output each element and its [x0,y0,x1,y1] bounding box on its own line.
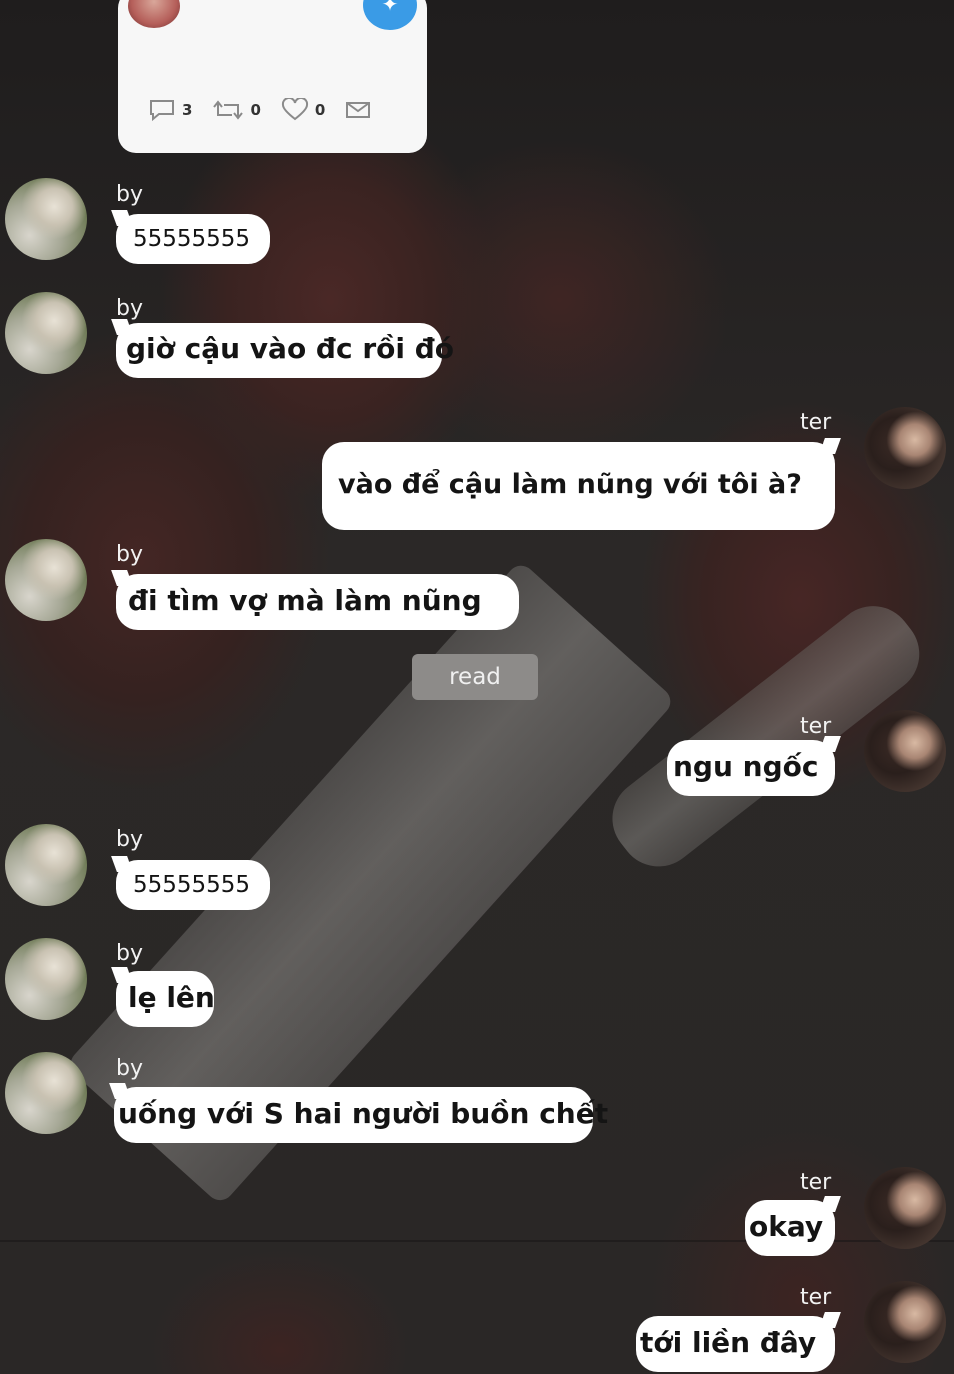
tweet-author-avatar [128,0,180,28]
message-bubble[interactable]: uống với S hai người buồn chết [114,1087,608,1143]
message-bubble[interactable]: okay [745,1200,835,1256]
like-action[interactable]: 0 [281,98,325,122]
reply-count: 3 [182,101,193,119]
message-bubble[interactable]: 55555555 [116,214,270,264]
retweet-action[interactable]: 0 [212,98,261,122]
avatar-by[interactable] [5,1052,87,1134]
sender-name: ter [800,1285,832,1310]
avatar-ter[interactable] [864,710,946,792]
avatar-by[interactable] [5,938,87,1020]
retweet-count: 0 [250,101,261,119]
message-bubble[interactable]: ngu ngốc [667,740,835,796]
sender-name: ter [800,410,832,435]
sender-name: by [116,182,143,207]
avatar-by[interactable] [5,292,87,374]
message-bubble[interactable]: lẹ lên [116,971,215,1027]
reply-action[interactable]: 3 [148,98,192,122]
sender-name: by [116,1056,143,1081]
message-bubble[interactable]: tới liền đây [636,1316,835,1372]
avatar-ter[interactable] [864,1281,946,1363]
retweet-icon [213,100,244,120]
sender-name: by [116,941,143,966]
speech-bubble-icon [150,100,174,122]
avatar-by[interactable] [5,178,87,260]
sender-name: by [116,296,143,321]
sender-name: by [116,827,143,852]
envelope-icon [346,102,371,118]
tweet-actions: 3 0 0 [148,98,397,122]
message-bubble[interactable]: giờ cậu vào đc rồi đó [116,323,454,378]
sender-name: by [116,542,143,567]
like-count: 0 [314,101,326,119]
read-receipt-badge: read [412,654,538,700]
message-bubble[interactable]: 55555555 [116,860,270,910]
message-bubble[interactable]: đi tìm vợ mà làm nũng [116,574,519,630]
twitter-bird-icon: ✦ [363,0,417,30]
sender-name: ter [800,1170,832,1195]
avatar-by[interactable] [5,824,87,906]
avatar-by[interactable] [5,539,87,621]
avatar-ter[interactable] [864,1167,946,1249]
message-bubble[interactable]: vào để cậu làm nũng với tôi à? [322,442,835,530]
embedded-tweet-card[interactable]: ✦ 3 0 0 [118,0,427,153]
avatar-ter[interactable] [864,407,946,489]
heart-icon [281,98,308,121]
share-action[interactable] [345,100,377,120]
